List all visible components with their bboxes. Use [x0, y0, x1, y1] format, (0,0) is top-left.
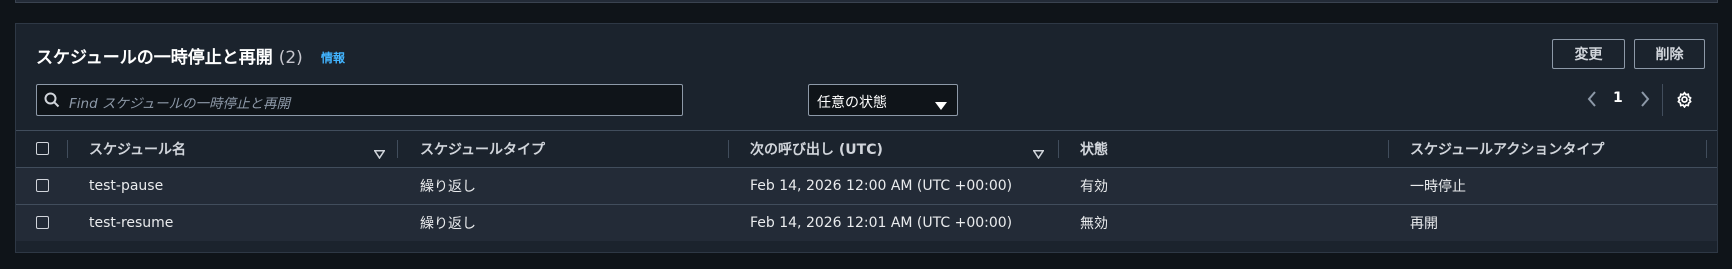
schedule-name-link[interactable]: test-pause — [89, 168, 163, 204]
column-header-name[interactable]: スケジュール名 — [89, 131, 186, 167]
row-checkbox[interactable] — [36, 179, 49, 192]
column-separator — [397, 140, 398, 158]
caret-down-icon — [935, 96, 947, 115]
state-cell: 無効 — [1080, 216, 1108, 232]
column-header-type[interactable]: スケジュールタイプ — [420, 131, 545, 167]
scheduled-pause-resume-panel: スケジュールの一時停止と再開 (2) 情報 変更 削除 Find スケジュールの… — [15, 23, 1718, 253]
delete-button[interactable]: 削除 — [1634, 39, 1705, 69]
select-all-checkbox[interactable] — [36, 142, 49, 155]
next-invocation-cell: Feb 14, 2026 12:01 AM (UTC +00:00) — [750, 215, 1013, 231]
column-header-action-type[interactable]: スケジュールアクションタイプ — [1410, 131, 1604, 167]
search-placeholder: Find スケジュールの一時停止と再開 — [69, 96, 290, 112]
panel-title-text: スケジュールの一時停止と再開 — [36, 48, 273, 68]
sort-descending-icon[interactable] — [1032, 144, 1045, 163]
chevron-left-icon[interactable] — [1587, 91, 1597, 111]
table-row[interactable]: test-resume 繰り返し Feb 14, 2026 12:01 AM (… — [16, 204, 1717, 241]
chevron-right-icon[interactable] — [1640, 91, 1650, 111]
previous-panel-edge — [15, 0, 1718, 3]
schedule-type-cell: 繰り返し — [420, 179, 476, 195]
next-invocation-cell: Feb 14, 2026 12:00 AM (UTC +00:00) — [750, 178, 1013, 194]
column-separator — [1388, 140, 1389, 158]
settings-gear-icon[interactable] — [1676, 91, 1693, 112]
column-header-state[interactable]: 状態 — [1080, 131, 1108, 167]
action-type-cell: 再開 — [1410, 216, 1438, 232]
change-button[interactable]: 変更 — [1552, 39, 1625, 69]
column-separator — [67, 140, 68, 158]
schedule-type-cell: 繰り返し — [420, 216, 476, 232]
search-input[interactable]: Find スケジュールの一時停止と再開 — [36, 84, 683, 116]
column-header-next-invocation[interactable]: 次の呼び出し (UTC) — [750, 131, 883, 167]
sort-descending-icon[interactable] — [373, 144, 386, 163]
state-cell: 有効 — [1080, 179, 1108, 195]
column-separator — [1058, 140, 1059, 158]
column-separator — [728, 140, 729, 158]
schedule-name-link[interactable]: test-resume — [89, 205, 173, 241]
row-checkbox[interactable] — [36, 216, 49, 229]
panel-title-count: (2) — [278, 48, 303, 68]
pagination-divider — [1662, 84, 1663, 116]
table-row[interactable]: test-pause 繰り返し Feb 14, 2026 12:00 AM (U… — [16, 167, 1717, 204]
table-header-row: スケジュール名 スケジュールタイプ 次の呼び出し (UTC) 状態 スケジュール… — [16, 130, 1717, 167]
current-page-number[interactable]: 1 — [1613, 90, 1623, 106]
panel-title: スケジュールの一時停止と再開 (2) — [36, 43, 303, 68]
schedule-table: スケジュール名 スケジュールタイプ 次の呼び出し (UTC) 状態 スケジュール… — [16, 130, 1717, 241]
action-type-cell: 一時停止 — [1410, 179, 1466, 195]
state-filter-value: 任意の状態 — [817, 95, 887, 111]
column-separator — [1706, 140, 1707, 158]
search-icon — [44, 92, 60, 112]
state-filter-select[interactable]: 任意の状態 — [808, 84, 958, 116]
info-link[interactable]: 情報 — [321, 49, 345, 66]
